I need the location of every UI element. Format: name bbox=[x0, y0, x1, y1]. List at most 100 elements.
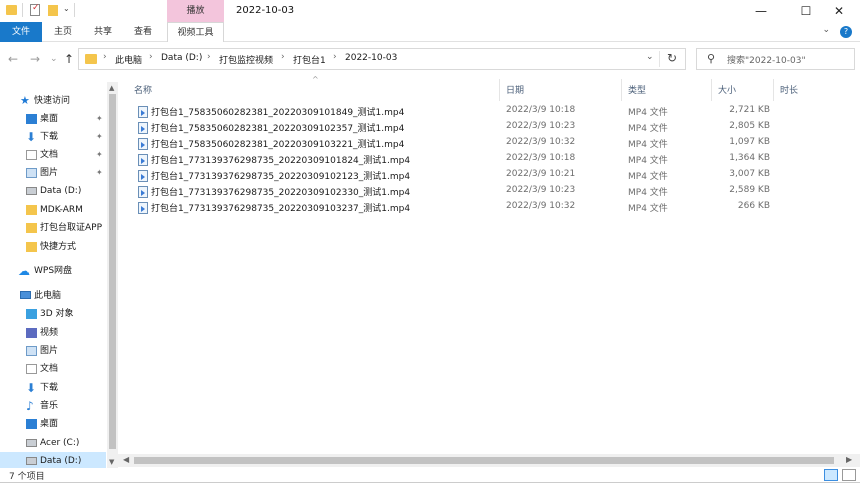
scrollbar-thumb[interactable] bbox=[109, 94, 116, 449]
tab-share[interactable]: 共享 bbox=[88, 22, 118, 42]
file-size: 2,589 KB bbox=[729, 185, 770, 195]
breadcrumb-station1[interactable]: 打包台1 bbox=[293, 53, 326, 66]
table-row[interactable]: 打包台1_773139376298735_20220309102123_测试1.… bbox=[132, 168, 784, 184]
search-input[interactable]: 搜索"2022-10-03" bbox=[727, 53, 806, 66]
properties-icon[interactable] bbox=[30, 3, 40, 16]
nav-item-this-pc[interactable]: 此电脑 bbox=[0, 287, 106, 305]
nav-item-data-drive-pc[interactable]: Data (D:) bbox=[0, 452, 106, 468]
column-header-duration[interactable]: 时长 bbox=[780, 83, 798, 96]
pin-icon[interactable]: ✦ bbox=[96, 146, 103, 164]
navigation-pane-scrollbar[interactable]: ▲ ▼ bbox=[107, 82, 118, 468]
nav-item-desktop[interactable]: 桌面 ✦ bbox=[0, 110, 106, 128]
table-row[interactable]: 打包台1_75835060282381_20220309102357_测试1.m… bbox=[132, 120, 784, 136]
folder-icon bbox=[26, 223, 37, 233]
desktop-icon bbox=[26, 419, 37, 429]
file-size: 2,721 KB bbox=[729, 105, 770, 115]
breadcrumb-separator[interactable]: › bbox=[207, 52, 211, 62]
scroll-up-icon[interactable]: ▲ bbox=[109, 84, 114, 92]
nav-item-pictures-pc[interactable]: 图片 bbox=[0, 342, 106, 360]
scrollbar-thumb[interactable] bbox=[134, 457, 834, 464]
close-button[interactable]: ✕ bbox=[818, 0, 860, 22]
pin-icon[interactable]: ✦ bbox=[96, 110, 103, 128]
nav-item-acer-drive[interactable]: Acer (C:) bbox=[0, 434, 106, 452]
details-view-icon[interactable] bbox=[824, 469, 838, 481]
table-row[interactable]: 打包台1_773139376298735_20220309102330_测试1.… bbox=[132, 184, 784, 200]
nav-item-music[interactable]: ♪ 音乐 bbox=[0, 397, 106, 415]
help-icon[interactable]: ? bbox=[840, 26, 852, 38]
nav-item-evidence-app[interactable]: 打包台取证APP bbox=[0, 219, 106, 237]
table-row[interactable]: 打包台1_773139376298735_20220309103237_测试1.… bbox=[132, 200, 784, 216]
scroll-left-icon[interactable]: ◀ bbox=[123, 455, 129, 464]
file-list-horizontal-scrollbar[interactable]: ◀ ▶ bbox=[118, 454, 860, 467]
column-header-type[interactable]: 类型 bbox=[628, 83, 646, 96]
column-header-date[interactable]: 日期 bbox=[506, 83, 524, 96]
file-list: ^ 名称 日期 类型 大小 时长 打包台1_75835060282381_202… bbox=[124, 75, 860, 468]
breadcrumb-separator[interactable]: › bbox=[333, 52, 337, 62]
file-type: MP4 文件 bbox=[628, 156, 668, 166]
back-button[interactable]: ← bbox=[8, 52, 18, 66]
breadcrumb-data-drive[interactable]: Data (D:) bbox=[161, 53, 202, 63]
customize-toolbar-dropdown-icon[interactable]: ⌄ bbox=[63, 4, 70, 18]
table-row[interactable]: 打包台1_773139376298735_20220309101824_测试1.… bbox=[132, 152, 784, 168]
nav-item-label: 文档 bbox=[40, 364, 59, 374]
document-icon bbox=[26, 364, 37, 374]
address-history-dropdown-icon[interactable]: ⌄ bbox=[646, 52, 654, 62]
nav-item-label: MDK-ARM bbox=[40, 205, 83, 215]
column-divider[interactable] bbox=[773, 79, 774, 101]
new-folder-icon[interactable] bbox=[48, 5, 58, 16]
breadcrumb-this-pc[interactable]: 此电脑 bbox=[115, 53, 142, 66]
drive-icon bbox=[26, 439, 37, 447]
nav-item-pictures[interactable]: 图片 ✦ bbox=[0, 164, 106, 182]
up-button[interactable]: ↑ bbox=[64, 52, 74, 66]
nav-item-mdk-arm[interactable]: MDK-ARM bbox=[0, 201, 106, 219]
table-row[interactable]: 打包台1_75835060282381_20220309103221_测试1.m… bbox=[132, 136, 784, 152]
nav-item-3d-objects[interactable]: 3D 对象 bbox=[0, 305, 106, 323]
pin-icon[interactable]: ✦ bbox=[96, 128, 103, 146]
file-type: MP4 文件 bbox=[628, 140, 668, 150]
breadcrumb-monitor-videos[interactable]: 打包监控视频 bbox=[219, 53, 273, 66]
column-divider[interactable] bbox=[621, 79, 622, 101]
large-icons-view-icon[interactable] bbox=[842, 469, 856, 481]
forward-button[interactable]: → bbox=[30, 52, 40, 66]
nav-item-downloads-pc[interactable]: ⬇ 下载 bbox=[0, 379, 106, 397]
column-divider[interactable] bbox=[499, 79, 500, 101]
tab-home[interactable]: 主页 bbox=[48, 22, 78, 42]
scroll-down-icon[interactable]: ▼ bbox=[109, 458, 114, 466]
nav-item-shortcuts[interactable]: 快捷方式 bbox=[0, 238, 106, 256]
tab-view[interactable]: 查看 bbox=[128, 22, 158, 42]
address-bar[interactable]: › 此电脑 › Data (D:) › 打包监控视频 › 打包台1 › 2022… bbox=[78, 48, 686, 70]
breadcrumb-separator[interactable]: › bbox=[281, 52, 285, 62]
nav-item-wps-cloud[interactable]: ☁ WPS网盘 bbox=[0, 262, 106, 280]
refresh-icon[interactable]: ↻ bbox=[667, 51, 677, 65]
column-divider[interactable] bbox=[711, 79, 712, 101]
pin-icon[interactable]: ✦ bbox=[96, 164, 103, 182]
breadcrumb-separator[interactable]: › bbox=[149, 52, 153, 62]
nav-item-desktop-pc[interactable]: 桌面 bbox=[0, 415, 106, 433]
folder-icon bbox=[85, 54, 97, 64]
minimize-button[interactable]: — bbox=[740, 0, 782, 22]
folder-icon bbox=[26, 205, 37, 215]
recent-locations-button[interactable]: ⌄ bbox=[50, 54, 58, 64]
nav-item-quick-access[interactable]: ★ 快速访问 bbox=[0, 92, 106, 110]
nav-item-downloads[interactable]: ⬇ 下载 ✦ bbox=[0, 128, 106, 146]
nav-item-documents-pc[interactable]: 文档 bbox=[0, 360, 106, 378]
nav-item-videos[interactable]: 视频 bbox=[0, 324, 106, 342]
expand-ribbon-icon[interactable]: ⌄ bbox=[822, 25, 830, 35]
tab-video-tools[interactable]: 视频工具 bbox=[167, 22, 224, 42]
file-type: MP4 文件 bbox=[628, 188, 668, 198]
scroll-right-icon[interactable]: ▶ bbox=[846, 455, 852, 464]
tab-file[interactable]: 文件 bbox=[0, 22, 42, 42]
desktop-icon bbox=[26, 114, 37, 124]
file-size: 1,364 KB bbox=[729, 153, 770, 163]
search-box[interactable]: ⚲ 搜索"2022-10-03" bbox=[696, 48, 855, 70]
file-date: 2022/3/9 10:32 bbox=[506, 137, 576, 147]
column-header-name[interactable]: 名称 bbox=[134, 83, 152, 96]
breadcrumb-current-folder[interactable]: 2022-10-03 bbox=[345, 53, 397, 63]
nav-item-documents[interactable]: 文档 ✦ bbox=[0, 146, 106, 164]
context-tab-group-label: 播放 bbox=[167, 0, 224, 22]
column-header-size[interactable]: 大小 bbox=[718, 83, 736, 96]
table-row[interactable]: 打包台1_75835060282381_20220309101849_测试1.m… bbox=[132, 104, 784, 120]
file-name: 打包台1_773139376298735_20220309102123_测试1.… bbox=[151, 172, 411, 182]
nav-item-data-drive[interactable]: Data (D:) bbox=[0, 182, 106, 200]
breadcrumb-separator[interactable]: › bbox=[103, 52, 107, 62]
